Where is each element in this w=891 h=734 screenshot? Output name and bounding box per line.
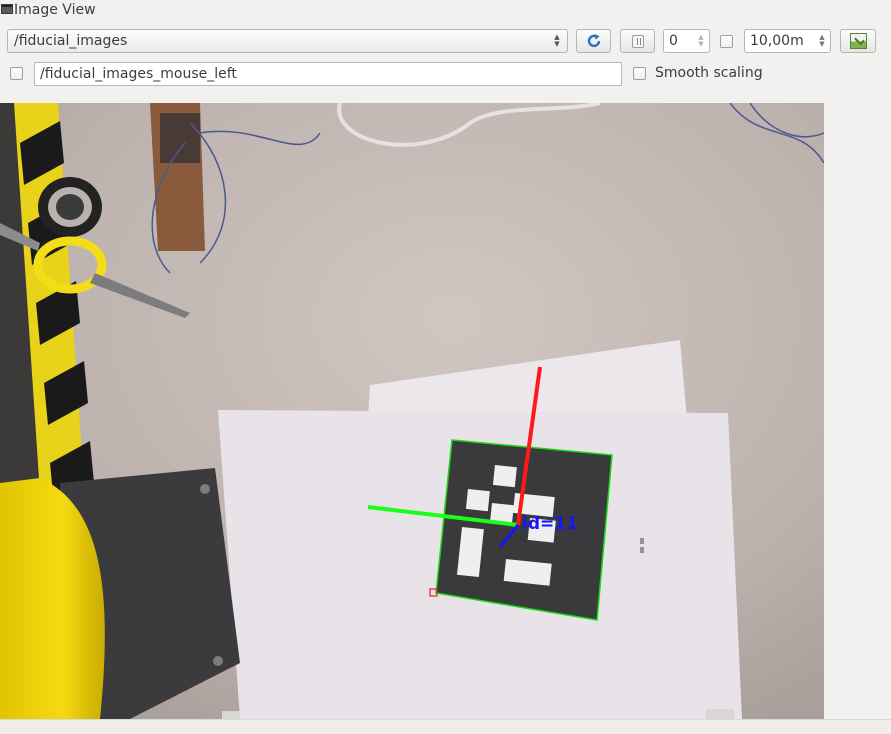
topic-select[interactable]: /fiducial_images ▲ ▼ [7,29,568,53]
window-title: Image View [14,2,96,18]
window-titlebar: Image View [0,0,891,22]
status-strip [0,719,891,734]
save-image-button[interactable] [840,29,876,53]
rate-spinbox[interactable]: 0 ▲ ▼ [663,29,710,53]
refresh-icon [587,34,601,48]
timeout-value: 10,00m [750,33,804,49]
camera-frame: id=11 [0,103,824,719]
window-icon [1,4,13,14]
tape-roll [38,177,102,237]
rate-checkbox[interactable] [720,35,733,48]
refresh-topics-button[interactable] [576,29,611,53]
marker-id-label: id=11 [522,514,578,534]
mouse-topic-field[interactable]: /fiducial_images_mouse_left [34,62,622,86]
pause-button[interactable] [620,29,655,53]
timeout-spinbox[interactable]: 10,00m ▲ ▼ [744,29,831,53]
topic-select-value: /fiducial_images [14,33,128,49]
save-image-icon [850,33,867,49]
camera-image-view[interactable]: id=11 [0,103,824,719]
smooth-scaling-label: Smooth scaling [655,65,763,81]
spin-arrows-icon[interactable]: ▲ ▼ [697,34,705,48]
rate-value: 0 [669,33,678,49]
updown-arrows-icon: ▲ ▼ [554,33,560,48]
spin-arrows-icon[interactable]: ▲ ▼ [818,34,826,48]
mouse-topic-value: /fiducial_images_mouse_left [40,66,237,82]
fiducial-marker [429,439,613,621]
pause-icon [632,35,644,48]
smooth-scaling-checkbox[interactable] [633,67,646,80]
mouse-publish-checkbox[interactable] [10,67,23,80]
circuit-board [160,113,200,163]
